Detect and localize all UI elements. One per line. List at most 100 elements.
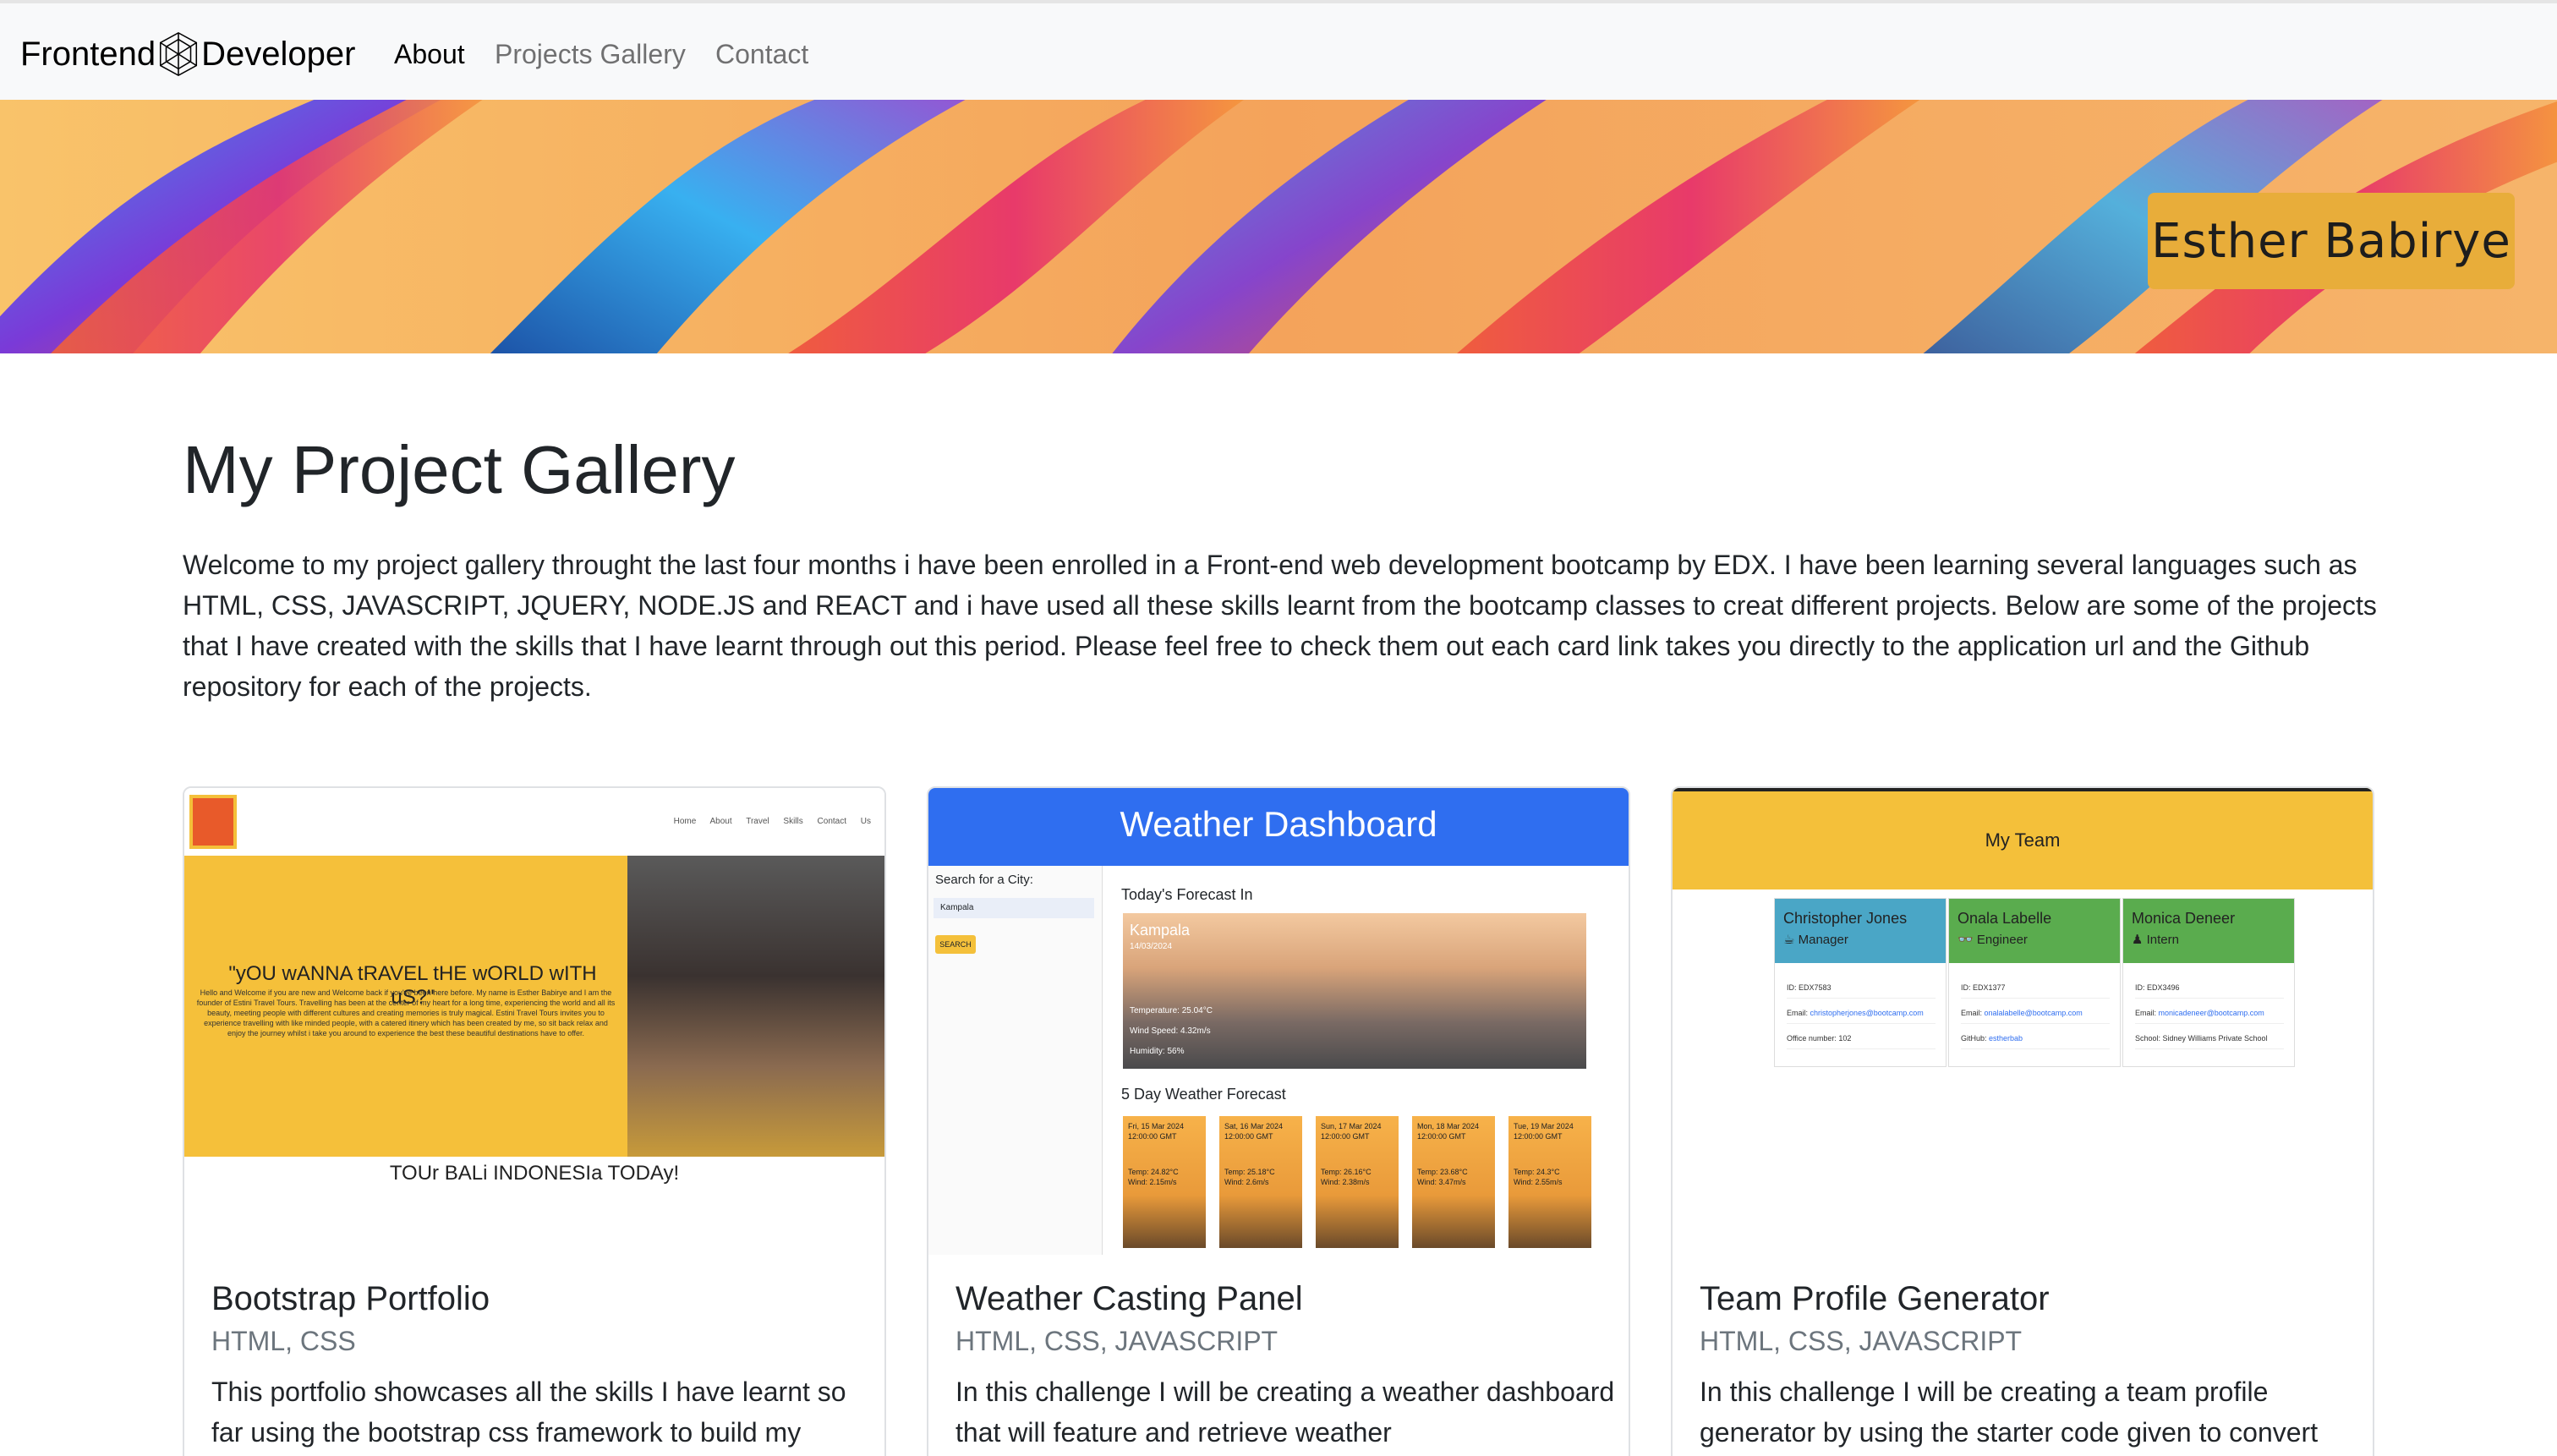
brand-logo[interactable]: Frontend Developer: [20, 27, 355, 81]
forecast-wind: Wind: 2.15m/s: [1128, 1178, 1177, 1186]
member-email-link[interactable]: monicadeneer@bootcamp.com: [2159, 1009, 2264, 1017]
member-name: Onala Labelle: [1957, 910, 2052, 927]
member-role: Intern: [2146, 933, 2179, 947]
member-email-row: Email: onalalabelle@bootcamp.com: [1961, 1002, 2110, 1024]
card-title: Weather Casting Panel: [955, 1280, 1303, 1317]
preview-date: 14/03/2024: [1130, 942, 1173, 951]
member-email-label: Email:: [2135, 1009, 2157, 1017]
member-header: Onala Labelle 👓 Engineer: [1949, 899, 2120, 963]
preview-temp: Temperature: 25.04°C: [1130, 1006, 1213, 1015]
forecast-time: 12:00:00 GMT: [1417, 1132, 1466, 1141]
member-name: Monica Deneer: [2132, 910, 2236, 927]
forecast-temp: Temp: 24.3°C: [1514, 1168, 1560, 1176]
nav-projects-gallery[interactable]: Projects Gallery: [495, 39, 686, 70]
member-id: ID: EDX7583: [1787, 977, 1936, 999]
navbar: Frontend Developer About Projects Galler…: [0, 0, 2557, 100]
project-card-weather-casting-panel[interactable]: Weather Dashboard Search for a City: Kam…: [927, 786, 1630, 1456]
preview-caption: TOUr BALi INDONESIa TODAy!: [389, 1162, 680, 1185]
forecast-temp: Temp: 26.16°C: [1321, 1168, 1372, 1176]
preview-forecast-card: Sat, 16 Mar 2024 12:00:00 GMT Temp: 25.1…: [1219, 1116, 1302, 1248]
preview-nav-links: Home About Travel Skills Contact Us: [673, 817, 871, 826]
forecast-day: Sat, 16 Mar 2024: [1224, 1122, 1284, 1130]
preview-5day-label: 5 Day Weather Forecast: [1121, 1086, 1286, 1103]
forecast-temp: Temp: 24.82°C: [1128, 1168, 1179, 1176]
nav-contact[interactable]: Contact: [715, 39, 808, 70]
nav-about[interactable]: About: [394, 39, 465, 70]
preview-wind: Wind Speed: 4.32m/s: [1130, 1026, 1211, 1036]
preview-logo: [189, 795, 237, 849]
card-description: This portfolio showcases all the skills …: [211, 1377, 846, 1448]
member-name: Christopher Jones: [1783, 910, 1908, 927]
preview-member-card: Monica Deneer ♟ Intern ID: EDX3496 Email…: [2122, 898, 2295, 1067]
project-preview-image[interactable]: Weather Dashboard Search for a City: Kam…: [928, 788, 1629, 1255]
page-title: My Project Gallery: [183, 432, 736, 507]
project-card-team-profile-generator[interactable]: My Team Christopher Jones ☕ Manager ID: …: [1671, 786, 2374, 1456]
forecast-wind: Wind: 2.38m/s: [1321, 1178, 1370, 1186]
preview-main: Today's Forecast In Kampala 14/03/2024 T…: [1104, 866, 1629, 1255]
preview-forecast-card: Tue, 19 Mar 2024 12:00:00 GMT Temp: 24.3…: [1508, 1116, 1591, 1248]
author-name-badge: Esther Babirye: [2148, 193, 2515, 289]
member-id: ID: EDX3496: [2135, 977, 2284, 999]
forecast-temp: Temp: 25.18°C: [1224, 1168, 1275, 1176]
member-email-row: Email: monicadeneer@bootcamp.com: [2135, 1002, 2284, 1024]
graduate-icon: ♟: [2132, 933, 2144, 947]
forecast-day: Sun, 17 Mar 2024: [1321, 1122, 1382, 1130]
project-preview-image[interactable]: Home About Travel Skills Contact Us "yOU…: [184, 788, 884, 1211]
forecast-day: Fri, 15 Mar 2024: [1128, 1122, 1185, 1130]
member-email-row: Email: christopherjones@bootcamp.com: [1787, 1002, 1936, 1024]
member-github-link[interactable]: estherbab: [1989, 1034, 2023, 1043]
card-title: Bootstrap Portfolio: [211, 1280, 490, 1317]
card-tech-stack: HTML, CSS, JAVASCRIPT: [1700, 1326, 2023, 1356]
preview-member-card: Onala Labelle 👓 Engineer ID: EDX1377 Ema…: [1948, 898, 2121, 1067]
forecast-day: Mon, 18 Mar 2024: [1417, 1122, 1480, 1130]
member-email-label: Email:: [1787, 1009, 1809, 1017]
forecast-temp: Temp: 23.68°C: [1417, 1168, 1468, 1176]
member-email-link[interactable]: christopherjones@bootcamp.com: [1810, 1009, 1924, 1017]
preview-today-label: Today's Forecast In: [1121, 886, 1253, 903]
member-role: Manager: [1798, 933, 1848, 947]
forecast-wind: Wind: 2.55m/s: [1514, 1178, 1563, 1186]
preview-search-button: SEARCH: [935, 935, 976, 954]
member-role: Engineer: [1976, 933, 2028, 947]
card-tech-stack: HTML, CSS: [211, 1326, 356, 1356]
project-card-bootstrap-portfolio[interactable]: Home About Travel Skills Contact Us "yOU…: [183, 786, 886, 1456]
member-github-label: GitHub:: [1961, 1034, 1987, 1043]
preview-search-label: Search for a City:: [935, 873, 1033, 887]
member-github-row: GitHub: estherbab: [1961, 1027, 2110, 1049]
forecast-time: 12:00:00 GMT: [1224, 1132, 1273, 1141]
card-title: Team Profile Generator: [1700, 1280, 2050, 1317]
preview-portrait-photo: [627, 856, 884, 1157]
project-preview-image[interactable]: My Team Christopher Jones ☕ Manager ID: …: [1673, 788, 2373, 1211]
forecast-time: 12:00:00 GMT: [1128, 1132, 1177, 1141]
forecast-wind: Wind: 3.47m/s: [1417, 1178, 1466, 1186]
preview-header: Weather Dashboard: [928, 788, 1629, 866]
card-description: In this challenge I will be creating a t…: [1700, 1377, 2319, 1448]
forecast-wind: Wind: 2.6m/s: [1224, 1178, 1269, 1186]
preview-search-input: Kampala: [934, 898, 1094, 918]
preview-forecast-card: Sun, 17 Mar 2024 12:00:00 GMT Temp: 26.1…: [1316, 1116, 1399, 1248]
brand-text-left: Frontend: [20, 35, 156, 73]
preview-humidity: Humidity: 56%: [1130, 1047, 1185, 1056]
preview-city-name: Kampala: [1130, 922, 1191, 939]
member-email-link[interactable]: onalalabelle@bootcamp.com: [1985, 1009, 2083, 1017]
preview-forecast-card: Mon, 18 Mar 2024 12:00:00 GMT Temp: 23.6…: [1412, 1116, 1495, 1248]
brand-text-right: Developer: [201, 35, 356, 73]
forecast-time: 12:00:00 GMT: [1514, 1132, 1563, 1141]
preview-forecast-card: Fri, 15 Mar 2024 12:00:00 GMT Temp: 24.8…: [1123, 1116, 1206, 1248]
forecast-time: 12:00:00 GMT: [1321, 1132, 1370, 1141]
card-description: In this challenge I will be creating a w…: [955, 1377, 1615, 1448]
hero-banner: Esther Babirye: [0, 100, 2557, 353]
preview-member-card: Christopher Jones ☕ Manager ID: EDX7583 …: [1774, 898, 1946, 1067]
glasses-icon: 👓: [1957, 933, 1974, 947]
member-header: Christopher Jones ☕ Manager: [1775, 899, 1946, 963]
preview-navbar: Home About Travel Skills Contact Us: [184, 788, 884, 856]
card-tech-stack: HTML, CSS, JAVASCRIPT: [955, 1326, 1278, 1356]
preview-sidebar: Search for a City: Kampala SEARCH: [928, 866, 1103, 1255]
coffee-icon: ☕: [1783, 933, 1795, 947]
gallery-intro-text: Welcome to my project gallery throught t…: [183, 550, 2377, 702]
preview-body-text: Hello and Welcome if you are new and Wel…: [196, 988, 616, 1037]
member-id: ID: EDX1377: [1961, 977, 2110, 999]
member-extra: Office number: 102: [1787, 1027, 1936, 1049]
forecast-day: Tue, 19 Mar 2024: [1514, 1122, 1574, 1130]
member-email-label: Email:: [1961, 1009, 1983, 1017]
